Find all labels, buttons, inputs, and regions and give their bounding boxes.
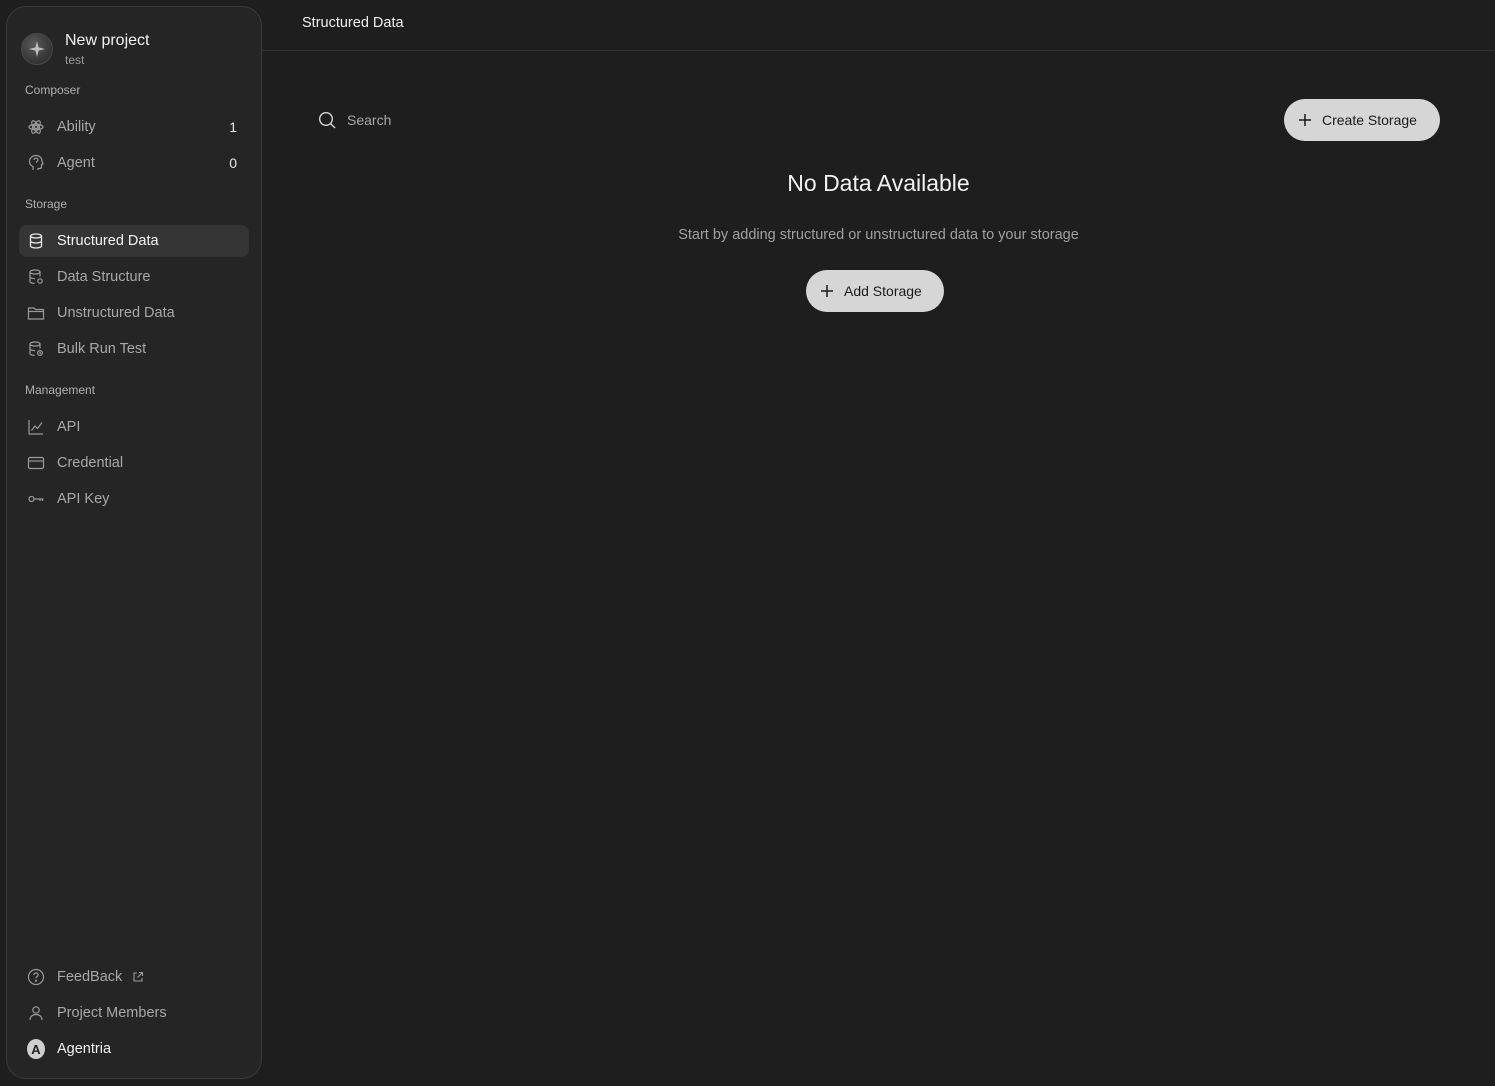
sidebar-item-api-key[interactable]: API Key [19,483,249,515]
create-storage-label: Create Storage [1322,112,1417,128]
search-bar [318,108,618,132]
sidebar-item-label: Data Structure [57,269,151,285]
database-run-icon [27,340,45,358]
agent-icon [27,154,45,172]
sidebar-item-project-members[interactable]: Project Members [19,997,249,1029]
avatar: A [27,1039,45,1059]
help-icon [27,968,45,986]
sidebar-item-bulk-run-test[interactable]: Bulk Run Test [19,333,249,365]
avatar-wrapper: A [27,1039,45,1059]
database-icon [27,232,45,250]
project-name: New project [65,32,150,49]
sidebar-item-count: 0 [229,155,237,171]
user-icon [27,1004,45,1022]
sidebar-item-label: Ability [57,119,96,135]
sidebar-item-credential[interactable]: Credential [19,447,249,479]
folder-icon [27,304,45,322]
sidebar: New project test Composer Ability 1 Agen… [6,6,262,1079]
add-storage-label: Add Storage [844,283,922,299]
search-icon [318,111,337,130]
sidebar-item-count: 1 [229,119,237,135]
section-label-storage: Storage [25,197,68,211]
project-switcher[interactable]: New project test [21,31,149,68]
sidebar-item-ability[interactable]: Ability 1 [19,111,249,143]
add-storage-button[interactable]: Add Storage [806,270,944,312]
project-logo-icon [21,33,53,65]
plus-icon [820,284,834,298]
section-label-management: Management [25,383,96,397]
chart-icon [27,418,45,436]
sidebar-item-label: API [57,419,81,435]
sidebar-item-agent[interactable]: Agent 0 [19,147,249,179]
sidebar-item-label: Agent [57,155,95,171]
sidebar-item-label: Credential [57,455,124,471]
section-label-composer: Composer [25,83,81,97]
ability-icon [27,118,45,136]
sidebar-item-data-structure[interactable]: Data Structure [19,261,249,293]
app-root: New project test Composer Ability 1 Agen… [0,0,1495,1086]
database-settings-icon [27,268,45,286]
sidebar-item-api[interactable]: API [19,411,249,443]
top-bar: Structured Data [262,0,1495,51]
search-input[interactable] [345,111,585,129]
create-storage-button[interactable]: Create Storage [1284,99,1440,141]
sidebar-item-structured-data[interactable]: Structured Data [19,225,249,257]
page-title: Structured Data [302,15,404,31]
empty-state-title: No Data Available [787,170,970,196]
project-subtitle: test [65,53,85,67]
sidebar-item-label: API Key [57,491,110,507]
sidebar-item-label: Project Members [57,1005,167,1021]
sidebar-item-label: Structured Data [57,233,159,249]
plus-icon [1298,113,1312,127]
sidebar-item-label: FeedBack [57,969,123,985]
sidebar-item-label: Bulk Run Test [57,341,147,357]
empty-state-subtitle: Start by adding structured or unstructur… [678,227,1079,243]
sidebar-item-label: Unstructured Data [57,305,175,321]
external-link-icon [132,971,144,983]
sidebar-item-unstructured-data[interactable]: Unstructured Data [19,297,249,329]
key-icon [27,490,45,508]
card-icon [27,454,45,472]
sidebar-item-feedback[interactable]: FeedBack [19,961,249,993]
sidebar-item-user-account[interactable]: A Agentria [19,1033,249,1065]
sidebar-item-label: Agentria [57,1041,112,1057]
